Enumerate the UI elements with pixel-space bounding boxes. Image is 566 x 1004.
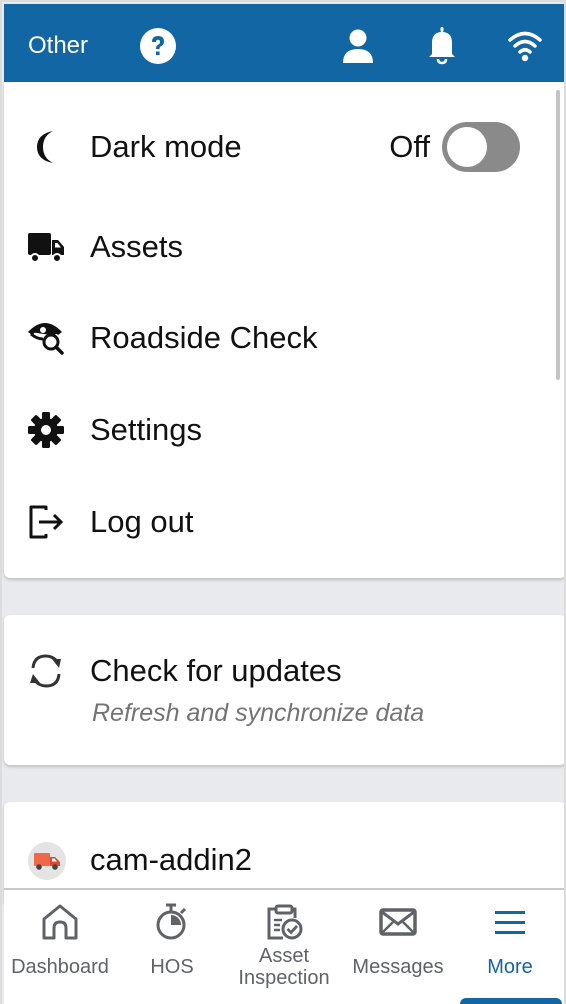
dark-mode-toggle-group: Off: [389, 122, 520, 172]
nav-label: HOS: [150, 956, 194, 978]
vehicle-label: cam-addin2: [90, 842, 252, 877]
updates-sublabel: Refresh and synchronize data: [92, 699, 425, 727]
app-frame: Other Dark mode Off Assets Roadside Chec…: [0, 0, 566, 1004]
vehicle-card: cam-addin2: [4, 802, 564, 902]
menu-item-label: Roadside Check: [90, 320, 318, 355]
help-icon[interactable]: [138, 26, 178, 66]
envelope-icon: [378, 902, 418, 942]
updates-label: Check for updates: [90, 653, 342, 688]
truck-icon: [26, 227, 66, 267]
nav-label: Messages: [352, 956, 444, 978]
nav-label: More: [487, 956, 533, 978]
nav-more[interactable]: More: [454, 890, 564, 1004]
menu-card: Dark mode Off Assets Roadside Check Sett…: [4, 82, 564, 578]
top-app-bar: Other: [4, 4, 564, 82]
wifi-icon: [505, 26, 545, 66]
vehicle-item[interactable]: cam-addin2: [4, 838, 544, 884]
stopwatch-icon: [152, 902, 192, 942]
scrollbar[interactable]: [556, 90, 560, 380]
menu-item-log-out[interactable]: Log out: [4, 482, 544, 562]
nav-label-line2: Inspection: [238, 967, 330, 989]
dark-mode-toggle[interactable]: [442, 122, 520, 172]
nav-hos[interactable]: HOS: [116, 890, 228, 1004]
vehicle-truck-icon: [28, 842, 66, 880]
moon-icon: [26, 127, 66, 167]
clipboard-check-icon: [264, 902, 304, 942]
user-icon[interactable]: [338, 26, 378, 66]
nav-label: Dashboard: [11, 956, 109, 978]
menu-item-label: Dark mode: [90, 129, 242, 164]
menu-item-assets[interactable]: Assets: [4, 207, 544, 287]
logout-icon: [26, 502, 66, 542]
menu-item-dark-mode[interactable]: Dark mode Off: [4, 107, 544, 187]
toggle-state-label: Off: [389, 129, 430, 164]
menu-item-settings[interactable]: Settings: [4, 390, 544, 470]
page-title: Other: [28, 32, 89, 59]
sync-icon: [26, 651, 66, 691]
nav-label-line1: Asset: [258, 945, 310, 967]
menu-item-roadside-check[interactable]: Roadside Check: [4, 298, 544, 378]
nav-dashboard[interactable]: Dashboard: [4, 890, 116, 1004]
eye-search-icon: [26, 318, 66, 358]
bottom-navigation: Dashboard HOS Asset Inspection Messages M…: [4, 888, 564, 1004]
home-icon: [40, 902, 80, 942]
menu-item-label: Log out: [90, 504, 194, 539]
check-for-updates-button[interactable]: Check for updates Refresh and synchroniz…: [4, 643, 544, 738]
nav-label: Asset Inspection: [228, 945, 340, 989]
active-tab-indicator: [460, 998, 562, 1004]
bell-icon[interactable]: [422, 26, 462, 66]
hamburger-icon: [490, 902, 530, 942]
gear-icon: [26, 410, 66, 450]
menu-item-label: Assets: [90, 229, 184, 264]
nav-messages[interactable]: Messages: [342, 890, 454, 1004]
updates-card: Check for updates Refresh and synchroniz…: [4, 615, 564, 765]
toggle-knob: [447, 127, 487, 167]
menu-item-label: Settings: [90, 412, 203, 447]
nav-asset-inspection[interactable]: Asset Inspection: [228, 890, 340, 1004]
